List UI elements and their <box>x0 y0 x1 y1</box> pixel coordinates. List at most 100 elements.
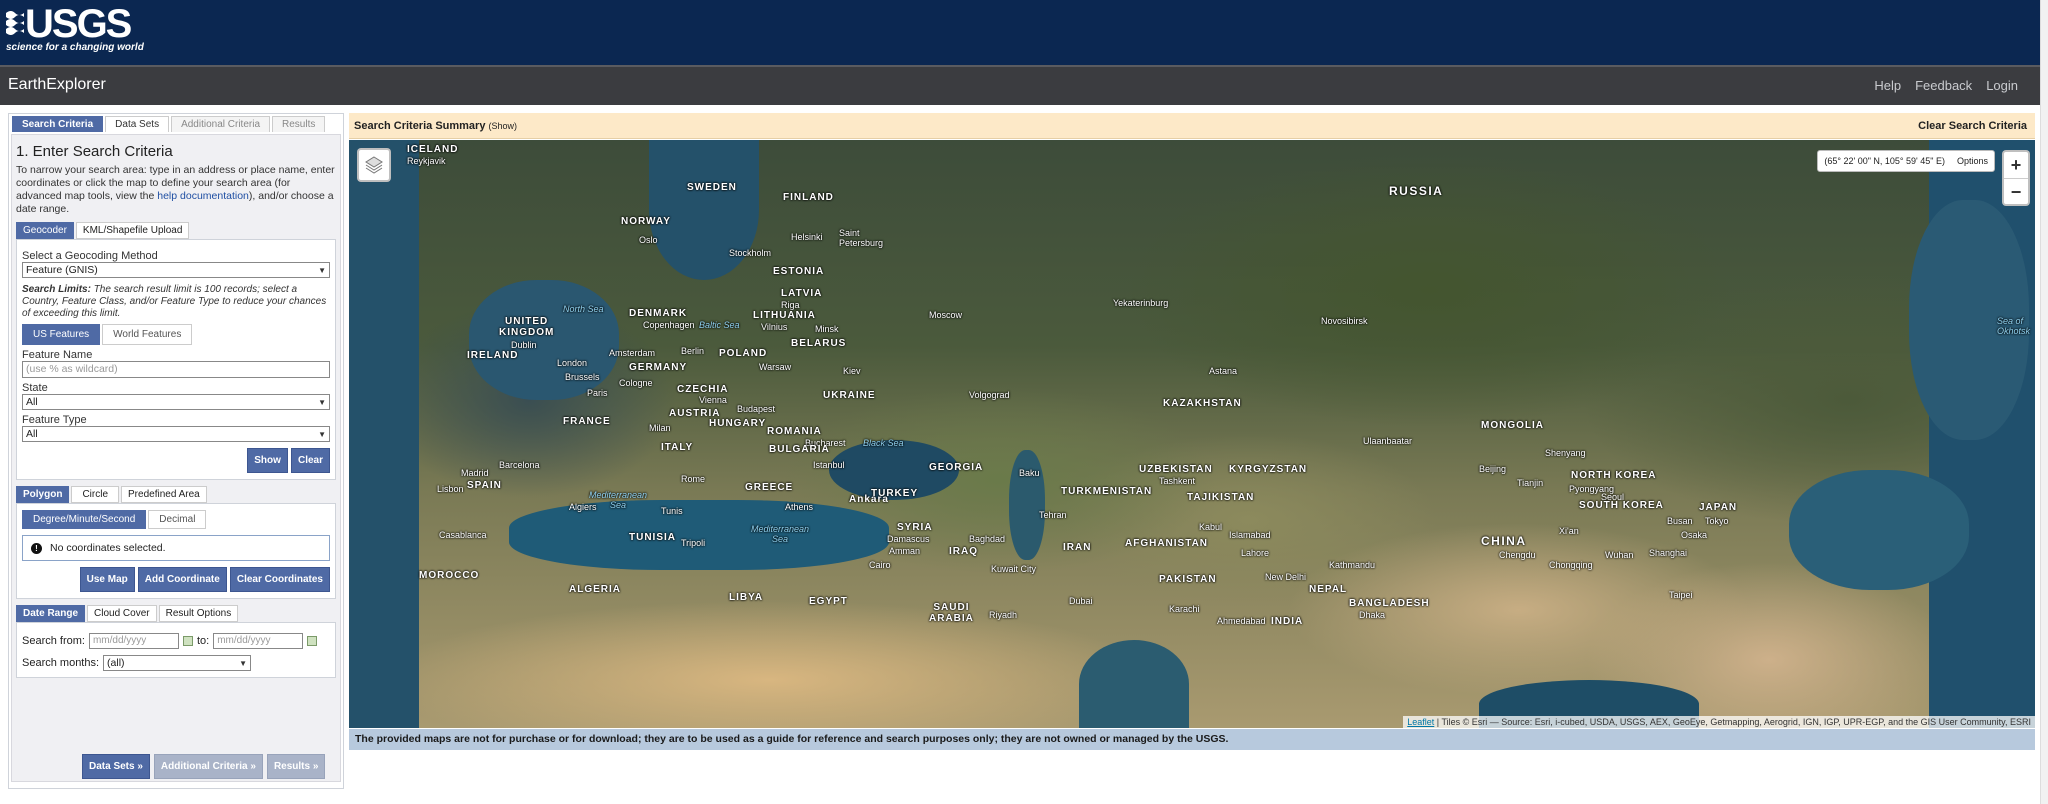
map-label-chongqing: Chongqing <box>1549 560 1593 570</box>
map-label-tunisia: TUNISIA <box>629 532 676 543</box>
map-label-islamabad: Islamabad <box>1229 530 1271 540</box>
map-label-tunis: Tunis <box>661 506 683 516</box>
map-label-tianjin: Tianjin <box>1517 478 1544 488</box>
state-select[interactable]: All ▼ <box>22 394 330 410</box>
map-label-budapest: Budapest <box>737 404 776 414</box>
zoom-out-button[interactable]: − <box>2004 178 2028 204</box>
map-label-japan: JAPAN <box>1699 502 1738 513</box>
map-view[interactable]: ICELAND Reykjavik RUSSIA SWEDEN FINLAND … <box>349 140 2035 728</box>
tab-predefined-area[interactable]: Predefined Area <box>121 486 207 503</box>
tab-degree-minute-second[interactable]: Degree/Minute/Second <box>22 510 147 529</box>
results-button[interactable]: Results » <box>266 754 326 779</box>
clear-search-criteria-link[interactable]: Clear Search Criteria <box>1918 120 2027 132</box>
feature-name-input[interactable]: (use % as wildcard) <box>22 361 330 378</box>
chevron-down-icon: ▼ <box>318 429 326 439</box>
map-label-dubai: Dubai <box>1069 596 1093 606</box>
tab-date-range[interactable]: Date Range <box>16 605 86 622</box>
add-coordinate-button[interactable]: Add Coordinate <box>137 567 227 592</box>
map-label-saint-petersburg: Saint Petersburg <box>839 228 884 248</box>
tab-search-criteria[interactable]: Search Criteria <box>12 116 104 132</box>
search-limits-note: Search Limits: The search result limit i… <box>22 284 330 320</box>
map-label-kabul: Kabul <box>1199 522 1223 532</box>
map-label-shenyang: Shenyang <box>1545 448 1586 458</box>
map-label-yekaterinburg: Yekaterinburg <box>1113 298 1169 308</box>
page-scrollbar[interactable] <box>2040 0 2048 804</box>
tab-results[interactable]: Results <box>272 116 326 132</box>
search-limits-bold: Search Limits: <box>22 284 91 295</box>
map-label-brussels: Brussels <box>565 372 600 382</box>
tab-result-options[interactable]: Result Options <box>158 605 239 622</box>
mediterranean-shape <box>509 500 889 570</box>
feature-type-select[interactable]: All ▼ <box>22 426 330 442</box>
layers-button[interactable] <box>357 148 391 182</box>
feature-type-label: Feature Type <box>22 414 87 426</box>
calendar-icon[interactable] <box>182 636 193 646</box>
search-from-label: Search from: <box>22 635 85 647</box>
tab-us-features[interactable]: US Features <box>22 324 101 345</box>
map-label-xian: Xi'an <box>1559 526 1579 536</box>
feedback-link[interactable]: Feedback <box>1915 78 1972 93</box>
chevron-down-icon: ▼ <box>318 397 326 407</box>
calendar-icon[interactable] <box>307 636 318 646</box>
tab-circle[interactable]: Circle <box>71 486 120 503</box>
map-label-afghanistan: AFGHANISTAN <box>1125 538 1209 549</box>
map-label-sweden: SWEDEN <box>687 182 737 193</box>
map-label-lithuania: LITHUANIA <box>753 310 816 321</box>
show-button[interactable]: Show <box>247 448 288 473</box>
data-sets-button[interactable]: Data Sets » <box>82 754 150 779</box>
zoom-in-button[interactable]: + <box>2004 152 2028 178</box>
map-label-wuhan: Wuhan <box>1605 550 1634 560</box>
use-map-button[interactable]: Use Map <box>79 567 135 592</box>
clear-button[interactable]: Clear <box>290 448 330 473</box>
tab-data-sets[interactable]: Data Sets <box>105 116 170 132</box>
map-label-cairo: Cairo <box>869 560 891 570</box>
help-link[interactable]: Help <box>1874 78 1901 93</box>
state-label: State <box>22 382 48 394</box>
additional-criteria-button[interactable]: Additional Criteria » <box>153 754 263 779</box>
tab-kml-shapefile[interactable]: KML/Shapefile Upload <box>75 222 190 239</box>
date-tabs: Date Range Cloud Cover Result Options <box>16 605 340 622</box>
map-label-germany: GERMANY <box>629 362 688 373</box>
tab-cloud-cover[interactable]: Cloud Cover <box>87 605 157 622</box>
leaflet-link[interactable]: Leaflet <box>1407 717 1434 727</box>
map-attribution: Leaflet | Tiles © Esri — Source: Esri, i… <box>1403 716 2035 728</box>
usgs-logo[interactable]: USGS science for a changing world <box>6 4 144 53</box>
search-from-input[interactable]: mm/dd/yyyy <box>88 633 179 649</box>
search-panel: Search Criteria Data Sets Additional Cri… <box>8 113 344 789</box>
map-label-tajikistan: TAJIKISTAN <box>1187 492 1255 503</box>
map-label-astana: Astana <box>1209 366 1238 376</box>
map-label-sea-of-okhotsk: Sea of Okhotsk <box>1997 316 2031 336</box>
step-title: 1. Enter Search Criteria <box>16 143 173 160</box>
tab-polygon[interactable]: Polygon <box>16 486 70 503</box>
search-to-input[interactable]: mm/dd/yyyy <box>213 633 304 649</box>
map-label-estonia: ESTONIA <box>773 266 825 277</box>
tab-decimal[interactable]: Decimal <box>148 510 207 529</box>
map-label-turkey: TURKEY <box>871 488 919 499</box>
usgs-header: USGS science for a changing world <box>0 0 2040 65</box>
search-months-select[interactable]: (all) ▼ <box>103 655 252 671</box>
map-label-czechia: CZECHIA <box>677 384 729 395</box>
map-label-black-sea: Black Sea <box>863 438 904 448</box>
tab-world-features[interactable]: World Features <box>102 324 193 345</box>
app-navbar: EarthExplorer Help Feedback Login <box>0 65 2040 105</box>
app-title[interactable]: EarthExplorer <box>8 76 106 94</box>
map-label-kathmandu: Kathmandu <box>1329 560 1376 570</box>
tab-geocoder[interactable]: Geocoder <box>16 222 74 239</box>
login-link[interactable]: Login <box>1986 78 2018 93</box>
criteria-summary-show-link[interactable]: (Show) <box>489 121 518 131</box>
map-label-oslo: Oslo <box>639 235 658 245</box>
geo-tabs: Geocoder KML/Shapefile Upload <box>16 222 340 239</box>
map-label-ahmedabad: Ahmedabad <box>1217 616 1266 626</box>
map-label-lisbon: Lisbon <box>437 484 464 494</box>
tab-additional-criteria[interactable]: Additional Criteria <box>171 116 271 132</box>
map-label-iraq: IRAQ <box>949 546 978 557</box>
baltic-sea-shape <box>649 140 759 280</box>
map-label-copenhagen: Copenhagen <box>643 320 695 330</box>
help-documentation-link[interactable]: help documentation <box>157 190 249 202</box>
atlantic-shape <box>349 140 419 728</box>
zoom-control: + − <box>2002 150 2030 206</box>
geocoding-method-select[interactable]: Feature (GNIS) ▼ <box>22 262 330 278</box>
map-label-norway: NORWAY <box>621 216 671 227</box>
clear-coordinates-button[interactable]: Clear Coordinates <box>229 567 330 592</box>
map-options-button[interactable]: Options <box>1957 156 1988 166</box>
